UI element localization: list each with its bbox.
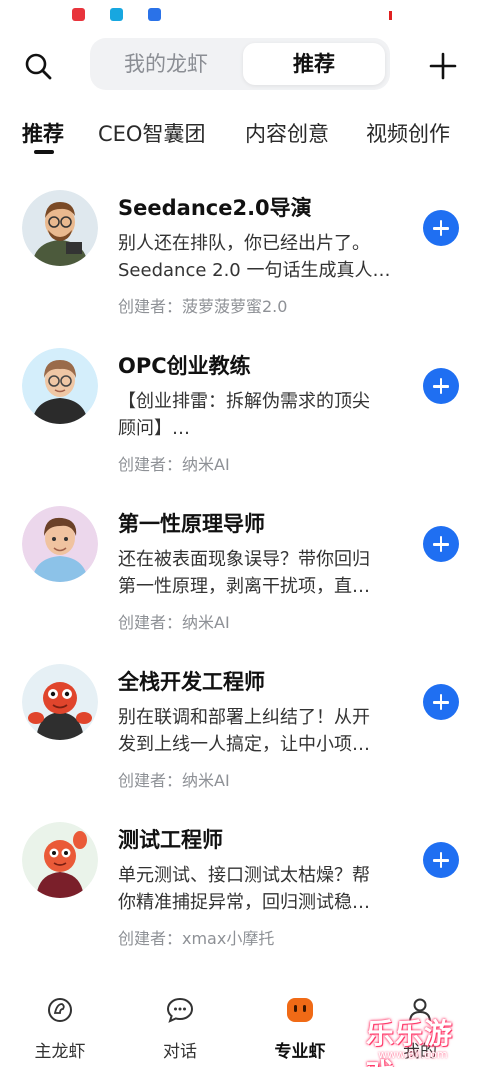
add-button[interactable]	[425, 48, 461, 84]
search-button[interactable]	[20, 48, 56, 84]
agent-creator: 创建者：菠萝菠萝蜜2.0	[118, 297, 288, 316]
add-agent-button[interactable]	[423, 210, 459, 246]
tab-content-ideas[interactable]: 内容创意	[245, 118, 329, 148]
agent-description: 【创业排雷：拆解伪需求的顶尖 顾问】…	[118, 391, 370, 439]
agent-name: Seedance2.0导演	[118, 196, 312, 220]
category-tabs: 推荐 CEO智囊团 内容创意 视频创作	[0, 110, 480, 160]
list-item[interactable]: 测试工程师 单元测试、接口测试太枯燥？帮 你精准捕捉异常，回归测试稳… 创建者：…	[0, 812, 480, 962]
plus-icon	[429, 52, 457, 80]
agent-creator: 创建者：xmax小摩托	[118, 929, 275, 948]
app-notification-icon	[110, 8, 123, 21]
agent-description: 单元测试、接口测试太枯燥？帮 你精准捕捉异常，回归测试稳…	[118, 865, 370, 913]
avatar	[22, 348, 98, 424]
lobster-claw-icon	[48, 998, 72, 1022]
agent-creator: 创建者：纳米AI	[118, 613, 230, 632]
list-item[interactable]: OPC创业教练 【创业排雷：拆解伪需求的顶尖 顾问】… 创建者：纳米AI	[0, 338, 480, 488]
add-agent-button[interactable]	[423, 526, 459, 562]
agent-creator: 创建者：纳米AI	[118, 455, 230, 474]
watermark-url: www.6ll.com	[378, 1048, 448, 1061]
avatar	[22, 506, 98, 582]
segment-switcher: 我的龙虾 推荐	[90, 38, 390, 90]
agent-creator: 创建者：纳米AI	[118, 771, 230, 790]
nav-label: 专业虾	[274, 1042, 326, 1062]
tab-video-creation[interactable]: 视频创作	[366, 118, 450, 148]
app-notification-icon	[148, 8, 161, 21]
avatar	[22, 190, 98, 266]
chat-bubble-icon	[166, 997, 194, 1023]
add-agent-button[interactable]	[423, 842, 459, 878]
segment-my-lobster[interactable]: 我的龙虾	[95, 43, 237, 85]
status-bar	[0, 0, 480, 30]
list-item[interactable]: 全栈开发工程师 别在联调和部署上纠结了！从开 发到上线一人搞定，让中小项… 创建…	[0, 654, 480, 804]
agent-description: 别人还在排队，你已经出片了。 Seedance 2.0 一句话生成真人…	[118, 233, 391, 281]
avatar	[22, 664, 98, 740]
agent-description: 别在联调和部署上纠结了！从开 发到上线一人搞定，让中小项…	[118, 707, 370, 755]
nav-pro-lobster[interactable]: 专业虾	[240, 993, 360, 1063]
segment-recommend[interactable]: 推荐	[243, 43, 385, 85]
top-bar: 我的龙虾 推荐	[0, 36, 480, 94]
avatar	[22, 822, 98, 898]
add-agent-button[interactable]	[423, 368, 459, 404]
pro-lobster-icon	[287, 998, 313, 1022]
agent-name: 第一性原理导师	[118, 512, 265, 536]
agent-description: 还在被表面现象误导？带你回归 第一性原理，剥离干扰项，直…	[118, 549, 370, 597]
app-notification-icon	[72, 8, 85, 21]
watermark: 乐乐游戏 www.6ll.com	[366, 1010, 480, 1067]
list-item[interactable]: Seedance2.0导演 别人还在排队，你已经出片了。 Seedance 2.…	[0, 180, 480, 330]
nav-chat[interactable]: 对话	[120, 993, 240, 1063]
search-icon	[25, 53, 52, 80]
list-item[interactable]: 第一性原理导师 还在被表面现象误导？带你回归 第一性原理，剥离干扰项，直… 创建…	[0, 496, 480, 646]
tab-indicator	[34, 150, 54, 154]
nav-label: 对话	[163, 1042, 197, 1062]
tab-recommend[interactable]: 推荐	[22, 118, 64, 148]
agent-name: 全栈开发工程师	[118, 670, 265, 694]
nav-main-lobster[interactable]: 主龙虾	[0, 993, 120, 1063]
agent-name: OPC创业教练	[118, 354, 251, 378]
agent-name: 测试工程师	[118, 828, 223, 852]
battery-icon	[389, 11, 392, 20]
nav-label: 主龙虾	[34, 1042, 86, 1062]
add-agent-button[interactable]	[423, 684, 459, 720]
tab-ceo-think-tank[interactable]: CEO智囊团	[98, 118, 205, 148]
